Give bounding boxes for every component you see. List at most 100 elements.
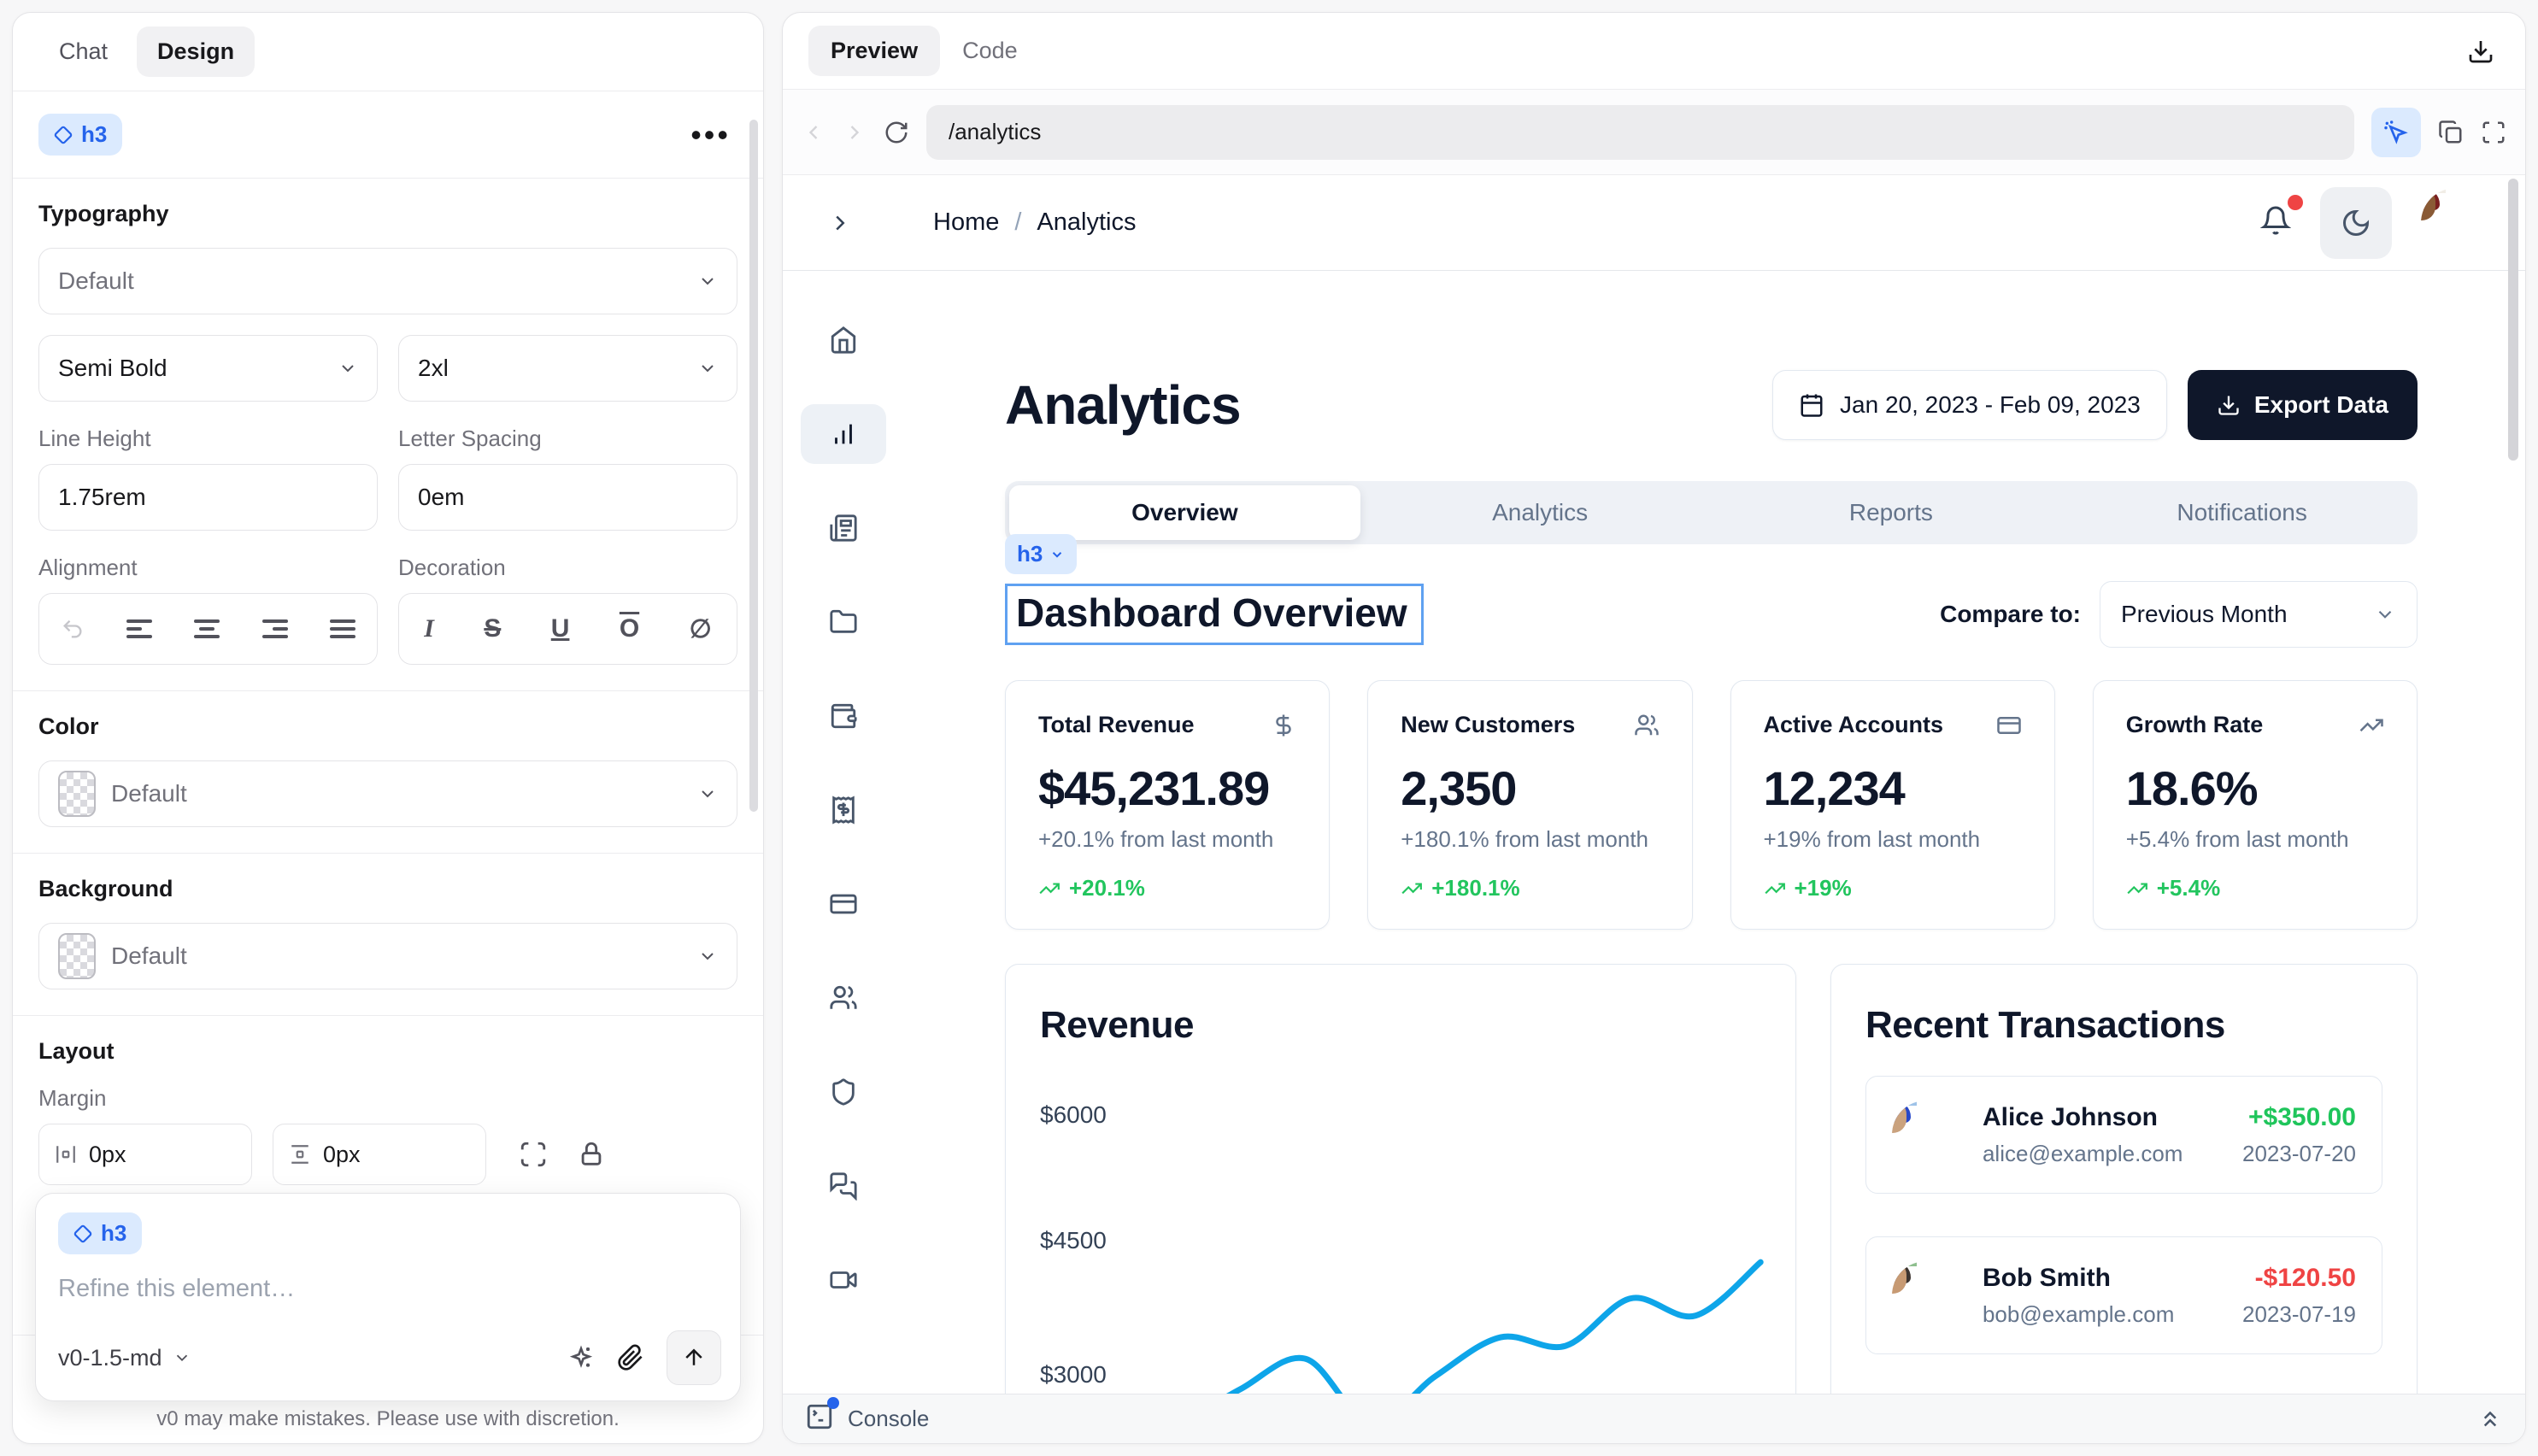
- selected-element-badge[interactable]: h3: [38, 114, 122, 156]
- credit-card-icon: [1996, 713, 2022, 738]
- margin-y-input[interactable]: 0px: [273, 1124, 486, 1185]
- compare-select[interactable]: Previous Month: [2100, 581, 2418, 648]
- paperclip-icon[interactable]: [617, 1344, 644, 1371]
- align-right-icon[interactable]: [262, 619, 288, 638]
- chevrons-up-icon[interactable]: [2477, 1406, 2503, 1432]
- nav-files[interactable]: [801, 592, 886, 652]
- inspect-mode-button[interactable]: [2371, 108, 2421, 157]
- expand-icon[interactable]: [519, 1140, 548, 1169]
- left-panel-scrollbar[interactable]: [749, 120, 758, 812]
- chevron-down-icon: [2374, 603, 2396, 625]
- overline-icon[interactable]: O: [620, 614, 639, 643]
- preview-scrollbar[interactable]: [2508, 179, 2518, 461]
- align-left-icon[interactable]: [126, 619, 152, 638]
- design-panel: Chat Design h3 ••• Typography Default Se…: [12, 12, 764, 1444]
- typography-title: Typography: [38, 201, 737, 227]
- nav-analytics[interactable]: [801, 404, 886, 464]
- nav-home[interactable]: [801, 310, 886, 370]
- undo-icon[interactable]: [61, 617, 85, 641]
- tab-analytics[interactable]: Analytics: [1365, 481, 1716, 544]
- lock-icon[interactable]: [577, 1140, 606, 1169]
- transaction-row[interactable]: Bob Smith bob@example.com -$120.50 2023-…: [1865, 1236, 2382, 1354]
- model-selector[interactable]: v0-1.5-md: [58, 1345, 191, 1371]
- export-data-button[interactable]: Export Data: [2188, 370, 2418, 440]
- tab-notifications[interactable]: Notifications: [2066, 481, 2418, 544]
- transaction-row[interactable]: Alice Johnson alice@example.com +$350.00…: [1865, 1076, 2382, 1194]
- font-weight-select[interactable]: Semi Bold: [38, 335, 378, 402]
- newspaper-icon: [829, 514, 858, 543]
- italic-icon[interactable]: I: [424, 614, 434, 643]
- stat-card-total-revenue[interactable]: Total Revenue $45,231.89 +20.1% from las…: [1005, 680, 1330, 930]
- url-input[interactable]: /analytics: [926, 105, 2354, 160]
- refresh-icon[interactable]: [884, 120, 909, 145]
- tab-design[interactable]: Design: [137, 26, 255, 77]
- nav-messages[interactable]: [801, 1156, 886, 1216]
- video-icon: [829, 1265, 858, 1295]
- underline-icon[interactable]: U: [551, 614, 570, 643]
- nav-cards[interactable]: [801, 874, 886, 934]
- nav-users[interactable]: [801, 968, 886, 1028]
- tab-overview[interactable]: Overview: [1009, 485, 1360, 540]
- notifications-button[interactable]: [2260, 205, 2291, 240]
- moon-icon: [2341, 208, 2371, 238]
- nav-security[interactable]: [801, 1062, 886, 1122]
- strikethrough-icon[interactable]: S: [484, 614, 501, 643]
- composer-element-badge[interactable]: h3: [58, 1212, 142, 1254]
- bar-chart-icon: [829, 420, 858, 449]
- wallet-icon: [829, 702, 858, 731]
- background-title: Background: [38, 876, 737, 902]
- preview-panel-tabs: Preview Code: [783, 13, 2525, 90]
- copy-icon[interactable]: [2438, 120, 2464, 145]
- breadcrumb-home[interactable]: Home: [933, 208, 999, 237]
- back-icon[interactable]: [802, 120, 825, 144]
- letter-spacing-input[interactable]: 0em: [398, 464, 737, 531]
- messages-icon: [829, 1171, 858, 1201]
- trend-up-icon: [1038, 878, 1060, 900]
- forward-icon[interactable]: [843, 120, 867, 144]
- dark-mode-toggle[interactable]: [2320, 187, 2392, 259]
- font-size-select[interactable]: 2xl: [398, 335, 737, 402]
- nav-video[interactable]: [801, 1250, 886, 1310]
- chevron-down-icon: [338, 358, 358, 379]
- sidebar-expand-icon[interactable]: [827, 210, 853, 236]
- tab-chat[interactable]: Chat: [38, 26, 128, 77]
- date-range-button[interactable]: Jan 20, 2023 - Feb 09, 2023: [1772, 370, 2167, 440]
- stat-card-growth-rate[interactable]: Growth Rate 18.6% +5.4% from last month …: [2093, 680, 2418, 930]
- download-icon[interactable]: [2467, 38, 2494, 65]
- align-center-icon[interactable]: [194, 619, 220, 638]
- notification-dot: [2288, 195, 2303, 210]
- console-label: Console: [848, 1406, 929, 1432]
- selected-node-badge[interactable]: h3: [1005, 534, 1077, 574]
- stat-card-new-customers[interactable]: New Customers 2,350 +180.1% from last mo…: [1367, 680, 1692, 930]
- font-family-select[interactable]: Default: [38, 248, 737, 314]
- margin-x-input[interactable]: 0px: [38, 1124, 252, 1185]
- nav-wallet[interactable]: [801, 686, 886, 746]
- align-justify-icon[interactable]: [330, 619, 355, 638]
- user-avatar[interactable]: [2421, 188, 2491, 258]
- typography-section: Typography Default Semi Bold 2xl Line He…: [13, 179, 763, 691]
- selection-outline[interactable]: Dashboard Overview: [1005, 584, 1424, 645]
- section-title: Dashboard Overview: [1016, 590, 1407, 635]
- color-title: Color: [38, 713, 737, 740]
- fullscreen-icon[interactable]: [2481, 120, 2506, 145]
- sparkles-icon[interactable]: [567, 1344, 595, 1371]
- no-decoration-icon[interactable]: ∅: [690, 614, 712, 644]
- send-button[interactable]: [667, 1330, 721, 1385]
- transaction-date: 2023-07-20: [2242, 1141, 2356, 1167]
- console-bar[interactable]: Console: [783, 1394, 2525, 1443]
- line-height-input[interactable]: 1.75rem: [38, 464, 378, 531]
- refine-input[interactable]: Refine this element…: [58, 1275, 718, 1303]
- disclaimer-text: v0 may make mistakes. Please use with di…: [13, 1407, 763, 1431]
- nav-receipts[interactable]: [801, 780, 886, 840]
- tab-reports[interactable]: Reports: [1716, 481, 2067, 544]
- tab-code[interactable]: Code: [940, 26, 1040, 76]
- tab-preview[interactable]: Preview: [808, 26, 940, 76]
- stat-card-active-accounts[interactable]: Active Accounts 12,234 +19% from last mo…: [1730, 680, 2055, 930]
- color-section: Color Default: [13, 691, 763, 854]
- background-select[interactable]: Default: [38, 923, 737, 989]
- more-options-icon[interactable]: •••: [684, 131, 737, 139]
- nav-news[interactable]: [801, 498, 886, 558]
- color-select[interactable]: Default: [38, 760, 737, 827]
- preview-url-bar: /analytics: [783, 90, 2525, 175]
- chevron-down-icon: [697, 271, 718, 291]
